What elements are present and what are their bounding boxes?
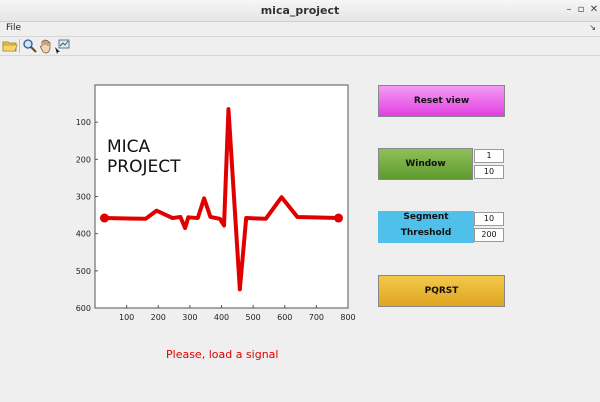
ecg-plot[interactable]: 100 200 300 400 500 600 700 800 100 200 300 400 500 6…: [0, 0, 600, 402]
pqrst-button[interactable]: PQRST: [378, 275, 505, 307]
x-tick-label: 200: [151, 313, 166, 322]
x-tick-label: 300: [182, 313, 197, 322]
y-tick-label: 600: [76, 304, 91, 313]
x-tick-label: 100: [119, 313, 134, 322]
y-tick-label: 100: [76, 118, 91, 127]
plot-annotation-line-2: PROJECT: [107, 157, 181, 177]
plot-area: [94, 84, 349, 309]
window-size-field[interactable]: 10: [474, 165, 504, 179]
x-tick-label: 500: [245, 313, 260, 322]
y-tick-label: 500: [76, 267, 91, 276]
x-tick-label: 700: [309, 313, 324, 322]
plot-annotation-line-1: MICA: [107, 137, 151, 157]
signal-endpoint-marker: [99, 213, 109, 223]
status-message: Please, load a signal: [166, 348, 279, 361]
window-button[interactable]: Window: [378, 148, 473, 180]
threshold-field[interactable]: 200: [474, 228, 504, 242]
signal-endpoint-marker: [334, 213, 344, 223]
segment-label: Segment: [403, 212, 449, 222]
x-tick-label: 800: [340, 313, 355, 322]
reset-view-button[interactable]: Reset view: [378, 85, 505, 117]
segment-field[interactable]: 10: [474, 212, 504, 226]
y-tick-label: 300: [76, 193, 91, 202]
y-tick-label: 200: [76, 155, 91, 164]
window-start-field[interactable]: 1: [474, 149, 504, 163]
segment-threshold-label: Segment Threshold: [378, 211, 474, 243]
y-tick-label: 400: [76, 230, 91, 239]
x-tick-label: 600: [277, 313, 292, 322]
x-tick-label: 400: [214, 313, 229, 322]
threshold-label: Threshold: [400, 228, 452, 238]
